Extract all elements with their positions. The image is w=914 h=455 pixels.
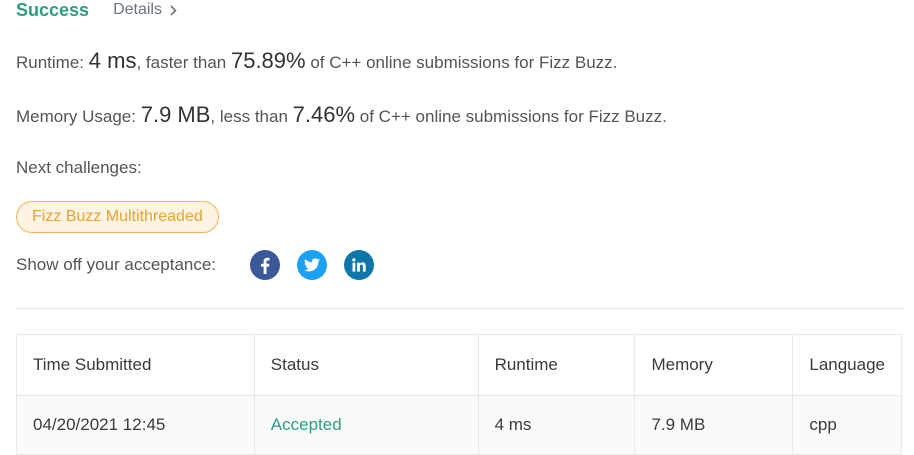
cell-runtime: 4 ms xyxy=(477,395,636,455)
column-header-memory: Memory xyxy=(634,334,794,396)
twitter-icon[interactable] xyxy=(297,250,328,280)
runtime-mid-text: , faster than xyxy=(136,53,227,72)
runtime-percent: 75.89% xyxy=(230,48,306,73)
result-header: Success Details xyxy=(16,0,177,23)
runtime-suffix: of C++ online submissions for Fizz Buzz. xyxy=(310,53,618,72)
share-label: Show off your acceptance: xyxy=(16,255,217,274)
next-challenges-label: Next challenges: xyxy=(16,158,142,177)
memory-mid-text: , less than xyxy=(210,107,288,126)
social-buttons xyxy=(250,250,391,280)
column-header-language: Language xyxy=(792,334,902,396)
cell-memory: 7.9 MB xyxy=(634,395,794,455)
memory-value: 7.9 MB xyxy=(140,102,211,127)
details-link[interactable]: Details xyxy=(113,1,177,19)
linkedin-icon[interactable] xyxy=(344,250,375,280)
section-divider xyxy=(16,308,903,309)
share-row: Show off your acceptance: xyxy=(16,249,391,281)
runtime-line: Runtime: 4 ms, faster than 75.89% of C++… xyxy=(16,48,617,74)
challenge-tag-fizz-buzz-multithreaded[interactable]: Fizz Buzz Multithreaded xyxy=(16,201,219,233)
table-row: 04/20/2021 12:45 Accepted 4 ms 7.9 MB cp… xyxy=(16,395,902,455)
status-title: Success xyxy=(16,0,90,20)
runtime-label: Runtime: xyxy=(16,53,85,72)
cell-status-accepted-link[interactable]: Accepted xyxy=(253,395,479,455)
column-header-runtime: Runtime xyxy=(477,334,636,396)
details-label: Details xyxy=(113,1,162,18)
memory-percent: 7.46% xyxy=(292,102,356,127)
column-header-status: Status xyxy=(253,334,479,396)
column-header-time-submitted: Time Submitted xyxy=(16,334,255,396)
table-header-row: Time Submitted Status Runtime Memory Lan… xyxy=(16,334,902,396)
memory-label: Memory Usage: xyxy=(16,107,136,126)
cell-time-submitted: 04/20/2021 12:45 xyxy=(16,395,255,455)
runtime-value: 4 ms xyxy=(88,48,137,73)
chevron-right-icon xyxy=(170,4,177,16)
submissions-table: Time Submitted Status Runtime Memory Lan… xyxy=(16,334,902,455)
facebook-icon[interactable] xyxy=(250,250,281,280)
memory-suffix: of C++ online submissions for Fizz Buzz. xyxy=(359,107,667,126)
cell-language: cpp xyxy=(792,395,902,455)
memory-line: Memory Usage: 7.9 MB, less than 7.46% of… xyxy=(16,102,667,128)
